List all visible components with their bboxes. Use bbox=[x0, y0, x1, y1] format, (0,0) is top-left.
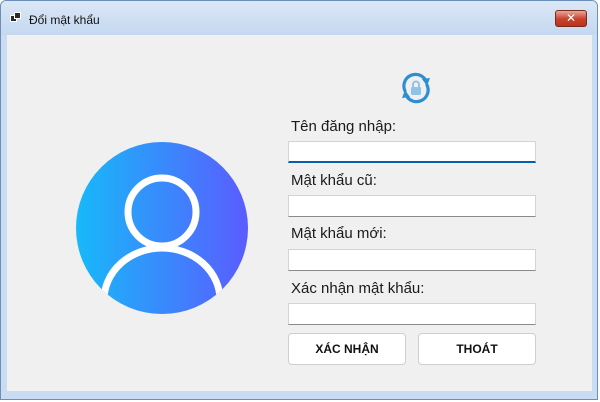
user-avatar-icon bbox=[76, 142, 248, 314]
confirm-password-label: Xác nhận mật khẩu: bbox=[291, 280, 425, 297]
window-title: Đổi mật khẩu bbox=[29, 13, 100, 27]
old-password-label: Mật khẩu cũ: bbox=[291, 172, 377, 189]
app-window-icon bbox=[10, 12, 22, 23]
change-password-window: Đổi mật khẩu ✕ Tên đăng nhập: Mật khẩu c… bbox=[0, 0, 598, 400]
old-password-input[interactable] bbox=[288, 195, 536, 217]
form-area: Tên đăng nhập: Mật khẩu cũ: Mật khẩu mới… bbox=[7, 35, 592, 391]
close-button[interactable]: ✕ bbox=[555, 10, 587, 27]
confirm-password-input[interactable] bbox=[288, 303, 536, 325]
new-password-input[interactable] bbox=[288, 249, 536, 271]
exit-button[interactable]: THOÁT bbox=[418, 333, 536, 365]
new-password-label: Mật khẩu mới: bbox=[291, 225, 387, 242]
close-icon: ✕ bbox=[565, 11, 577, 25]
username-label: Tên đăng nhập: bbox=[291, 118, 397, 135]
confirm-button[interactable]: XÁC NHẬN bbox=[288, 333, 406, 365]
lock-refresh-icon bbox=[402, 72, 430, 104]
title-bar[interactable]: Đổi mật khẩu ✕ bbox=[1, 1, 597, 35]
username-input[interactable] bbox=[288, 141, 536, 163]
